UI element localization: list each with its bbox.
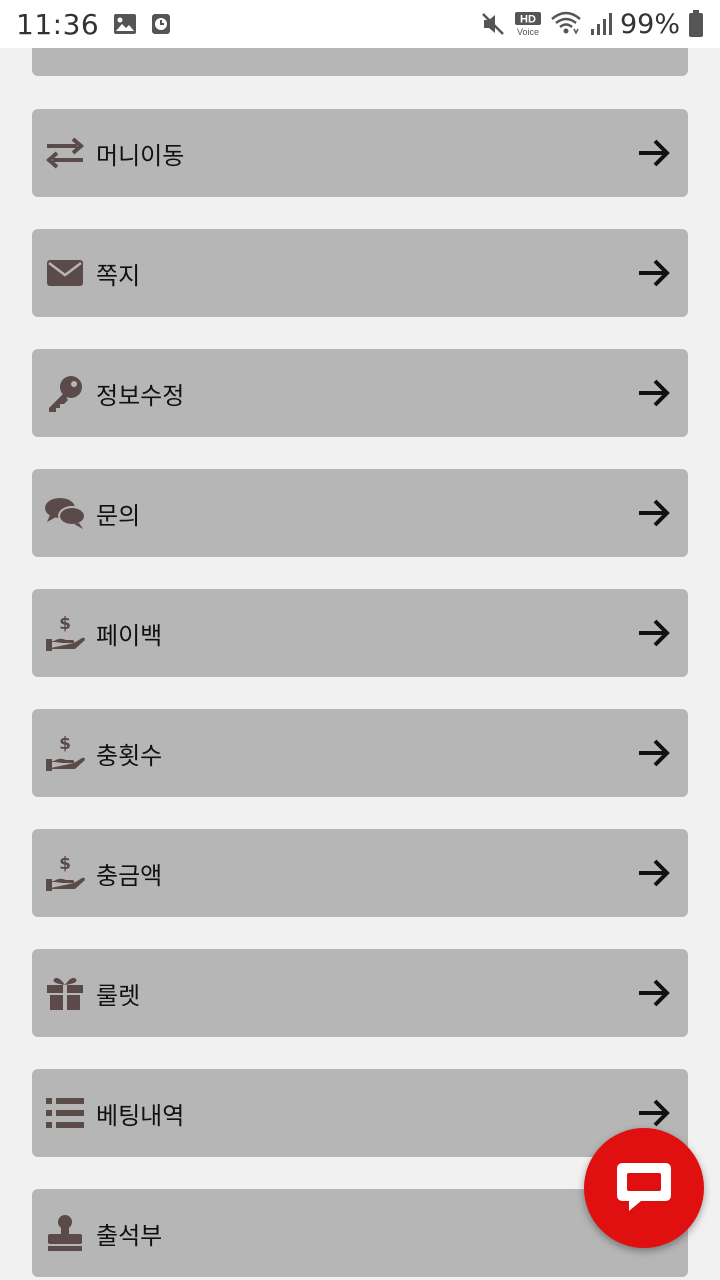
mute-icon xyxy=(480,11,506,37)
menu-item-message[interactable]: 쪽지 xyxy=(32,229,688,317)
menu-item-label: 룰렛 xyxy=(96,981,141,1010)
menu-item-label: 출석부 xyxy=(96,1221,163,1250)
arrow-right-icon xyxy=(636,135,672,171)
battery-percent: 99% xyxy=(619,8,680,40)
menu-item-payback[interactable]: $ 페이백 xyxy=(32,589,688,677)
menu-item-label: 충횟수 xyxy=(96,741,163,770)
list-icon xyxy=(44,1092,86,1134)
arrow-right-icon xyxy=(636,735,672,771)
status-bar: 11:36 HD Voice 99% xyxy=(0,0,720,48)
svg-text:$: $ xyxy=(59,854,71,874)
arrow-right-icon xyxy=(636,855,672,891)
wifi-icon xyxy=(550,11,582,37)
exchange-arrows-icon xyxy=(44,132,86,174)
status-time: 11:36 xyxy=(16,7,100,41)
arrow-right-icon xyxy=(636,495,672,531)
menu-item-label: 페이백 xyxy=(96,621,163,650)
hand-holding-dollar-icon: $ xyxy=(44,732,86,774)
svg-text:$: $ xyxy=(59,734,71,754)
live-chat-button[interactable] xyxy=(584,1128,704,1248)
menu-item-roulette[interactable]: 룰렛 xyxy=(32,949,688,1037)
signal-icon xyxy=(590,12,612,36)
menu-item-charge-amount[interactable]: $ 충금액 xyxy=(32,829,688,917)
arrow-right-icon xyxy=(636,615,672,651)
menu-item-inquiry[interactable]: 문의 xyxy=(32,469,688,557)
hd-voice-icon: HD Voice xyxy=(514,11,542,37)
hand-holding-dollar-icon: $ xyxy=(44,612,86,654)
key-icon xyxy=(44,372,86,414)
stamp-icon xyxy=(44,1212,86,1254)
chat-bubbles-icon xyxy=(44,492,86,534)
gift-icon xyxy=(44,972,86,1014)
menu-item-label: 정보수정 xyxy=(96,381,185,410)
menu-item-edit-info[interactable]: 정보수정 xyxy=(32,349,688,437)
svg-text:$: $ xyxy=(59,614,71,634)
clock-notification-icon xyxy=(151,13,171,35)
menu-item-label: 충금액 xyxy=(96,861,163,890)
hd-label: HD xyxy=(520,14,536,26)
menu-item-money-transfer[interactable]: 머니이동 xyxy=(32,109,688,197)
menu-item-label: 문의 xyxy=(96,501,141,530)
battery-icon xyxy=(688,10,704,38)
arrow-right-icon xyxy=(636,1095,672,1131)
voice-label: Voice xyxy=(517,27,539,37)
menu-item-betting-history[interactable]: 베팅내역 xyxy=(32,1069,688,1157)
gallery-notification-icon xyxy=(113,13,137,35)
arrow-right-icon xyxy=(636,255,672,291)
arrow-right-icon xyxy=(636,375,672,411)
hand-holding-dollar-icon: $ xyxy=(44,852,86,894)
menu-item-charge-count[interactable]: $ 충횟수 xyxy=(32,709,688,797)
arrow-right-icon xyxy=(636,975,672,1011)
menu-item-label: 머니이동 xyxy=(96,141,185,170)
menu-item-label: 베팅내역 xyxy=(96,1101,185,1130)
envelope-icon xyxy=(44,252,86,294)
menu-item-label: 쪽지 xyxy=(96,261,141,290)
chat-bubble-icon xyxy=(613,1155,675,1221)
